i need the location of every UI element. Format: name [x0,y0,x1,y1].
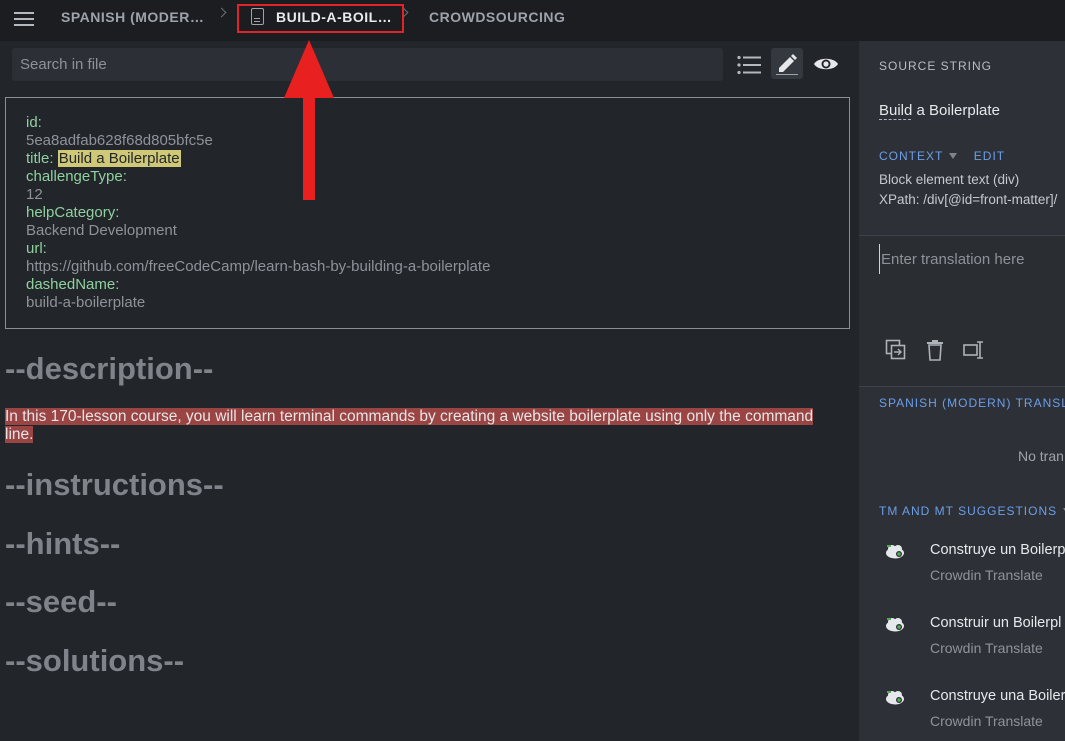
suggestion-text[interactable]: Construye un Boilerp [930,542,1065,558]
suggestion-source: Crowdin Translate [930,713,1043,729]
pencil-icon[interactable] [776,53,798,75]
fm-key-id: id: [26,114,42,131]
eye-icon[interactable] [813,55,839,73]
description-paragraph: In this 170-lesson course, you will lear… [5,408,845,444]
front-matter-block: id: 5ea8adfab628f68d805bfc5e title: Buil… [5,97,850,329]
fm-value-help-category: Backend Development [26,222,177,239]
fm-key-dashed-name: dashedName: [26,276,120,293]
heading-instructions: --instructions-- [5,467,224,502]
crowdin-translate-icon [886,691,904,705]
fm-key-url: url: [26,240,47,257]
hamburger-menu-icon[interactable] [14,11,34,27]
heading-seed: --seed-- [5,584,117,619]
fm-value-url: https://github.com/freeCodeCamp/learn-ba… [26,258,491,275]
editor-side-panel: SOURCE STRING Build a Boilerplate CONTEX… [859,41,1065,741]
trash-icon[interactable] [924,339,946,361]
suggestion-text[interactable]: Construye una Boiler [930,688,1065,704]
fm-value-dashed-name: build-a-boilerplate [26,294,146,311]
fm-title-line: title: Build a Boilerplate [26,150,181,168]
context-xpath: XPath: /div[@id=front-matter]/ [879,192,1058,207]
fm-key-title: title: [26,150,54,167]
breadcrumb-separator-icon [216,7,227,18]
suggestions-header[interactable]: TM AND MT SUGGESTIONS [879,504,1057,518]
heading-description: --description-- [5,351,214,386]
text-cursor-icon[interactable] [963,339,985,361]
fm-key-help-category: helpCategory: [26,204,120,221]
context-element-type: Block element text (div) [879,172,1020,187]
source-string-term-underline [879,119,911,120]
fm-value-challenge-type: 12 [26,186,43,203]
caret-down-icon[interactable] [949,152,958,159]
fm-key-challenge-type: challengeType: [26,168,127,185]
heading-solutions: --solutions-- [5,643,185,678]
no-translations-text: No tran [1018,448,1064,464]
crowdin-translate-icon [886,618,904,632]
suggestions-header-row: TM AND MT SUGGESTIONS [879,502,1065,520]
context-toggle[interactable]: CONTEXT [879,149,943,163]
source-string-header: SOURCE STRING [879,59,993,73]
source-string-text[interactable]: Build a Boilerplate [879,102,1000,119]
divider [859,386,1065,387]
suggestion-source: Crowdin Translate [930,640,1043,656]
translations-header[interactable]: SPANISH (MODERN) TRANSLA [879,396,1065,410]
crowdin-translate-icon [886,545,904,559]
suggestion-text[interactable]: Construir un Boilerpl [930,615,1061,631]
translation-input[interactable] [879,244,1065,274]
context-edit-link[interactable]: EDIT [974,149,1005,163]
context-row: CONTEXT EDIT [879,147,1005,165]
fm-value-title[interactable]: Build a Boilerplate [57,150,181,167]
heading-hints: --hints-- [5,526,121,561]
search-input[interactable] [12,48,723,81]
description-text-segment[interactable]: In this 170-lesson course, you will lear… [5,408,814,443]
top-bar: SPANISH (MODER… BUILD-A-BOIL… CROWDSOURC… [0,0,1065,41]
breadcrumb-language[interactable]: SPANISH (MODER… [61,0,204,34]
translation-editor [859,236,1065,386]
suggestion-source: Crowdin Translate [930,567,1043,583]
copy-source-icon[interactable] [885,339,907,361]
list-icon[interactable] [737,55,761,75]
breadcrumb-project[interactable]: CROWDSOURCING [429,0,565,34]
fm-value-id: 5ea8adfab628f68d805bfc5e [26,132,213,149]
annotation-highlight-box [237,4,404,33]
